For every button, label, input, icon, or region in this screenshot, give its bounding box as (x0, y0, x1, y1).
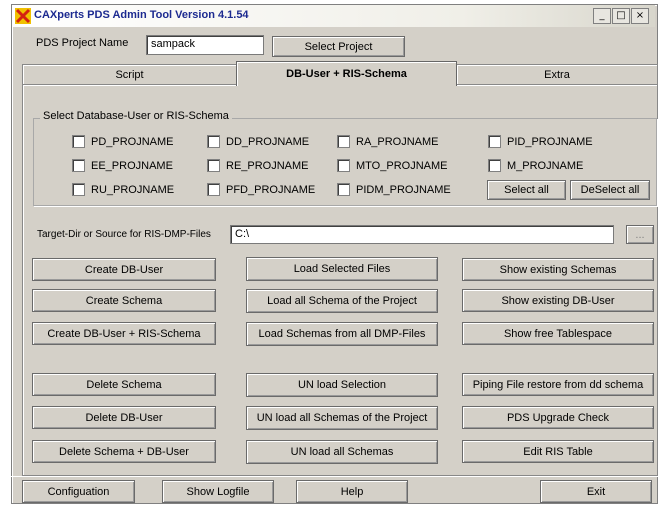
browse-button[interactable]: ... (626, 225, 654, 244)
checkbox-label: M_PROJNAME (507, 159, 584, 172)
checkbox-label: EE_PROJNAME (91, 159, 173, 172)
checkbox-box[interactable] (488, 135, 501, 148)
unload-all-schemas-button[interactable]: UN load all Schemas (246, 440, 438, 464)
create-db-user-button[interactable]: Create DB-User (32, 258, 216, 281)
checkbox-box[interactable] (337, 183, 350, 196)
deselect-all-button[interactable]: DeSelect all (570, 180, 650, 200)
edit-ris-table-button[interactable]: Edit RIS Table (462, 440, 654, 463)
checkbox-label: PIDM_PROJNAME (356, 183, 451, 196)
target-dir-label: Target-Dir or Source for RIS-DMP-Files (37, 229, 211, 240)
checkbox-box[interactable] (337, 135, 350, 148)
help-button[interactable]: Help (296, 480, 408, 503)
checkbox-label: RU_PROJNAME (91, 183, 175, 196)
project-name-input[interactable]: sampack (146, 35, 264, 55)
window-controls: _ □ × (593, 8, 649, 24)
unload-selection-button[interactable]: UN load Selection (246, 373, 438, 397)
checkbox-dd-projname[interactable]: DD_PROJNAME (207, 135, 309, 148)
delete-db-user-button[interactable]: Delete DB-User (32, 406, 216, 429)
checkbox-re-projname[interactable]: RE_PROJNAME (207, 159, 309, 172)
target-dir-input[interactable]: C:\ (230, 225, 614, 244)
checkbox-box[interactable] (72, 135, 85, 148)
checkbox-ra-projname[interactable]: RA_PROJNAME (337, 135, 439, 148)
load-schemas-dmp-button[interactable]: Load Schemas from all DMP-Files (246, 322, 438, 346)
checkbox-label: MTO_PROJNAME (356, 159, 448, 172)
checkbox-box[interactable] (207, 183, 220, 196)
piping-file-restore-button[interactable]: Piping File restore from dd schema (462, 373, 654, 396)
project-name-label: PDS Project Name (36, 37, 129, 49)
minimize-icon[interactable]: _ (593, 8, 611, 24)
delete-schema-button[interactable]: Delete Schema (32, 373, 216, 396)
panel-divider (11, 476, 658, 477)
checkbox-label: PFD_PROJNAME (226, 183, 316, 196)
delete-schema-db-user-button[interactable]: Delete Schema + DB-User (32, 440, 216, 463)
checkbox-box[interactable] (72, 159, 85, 172)
checkbox-label: PD_PROJNAME (91, 135, 174, 148)
load-selected-files-button[interactable]: Load Selected Files (246, 257, 438, 281)
show-existing-schemas-button[interactable]: Show existing Schemas (462, 258, 654, 281)
checkbox-box[interactable] (207, 135, 220, 148)
select-project-button[interactable]: Select Project (272, 36, 405, 57)
checkbox-box[interactable] (207, 159, 220, 172)
select-all-button[interactable]: Select all (487, 180, 566, 200)
checkbox-pid-projname[interactable]: PID_PROJNAME (488, 135, 593, 148)
caxperts-logo-icon (15, 8, 31, 24)
checkbox-pidm-projname[interactable]: PIDM_PROJNAME (337, 183, 451, 196)
close-icon[interactable]: × (631, 8, 649, 24)
checkbox-mto-projname[interactable]: MTO_PROJNAME (337, 159, 447, 172)
checkbox-box[interactable] (488, 159, 501, 172)
tab-script[interactable]: Script (22, 64, 237, 84)
checkbox-pfd-projname[interactable]: PFD_PROJNAME (207, 183, 315, 196)
tab-db-user-ris-schema[interactable]: DB-User + RIS-Schema (236, 61, 457, 86)
show-logfile-button[interactable]: Show Logfile (162, 480, 274, 503)
checkbox-label: DD_PROJNAME (226, 135, 310, 148)
checkbox-label: RE_PROJNAME (226, 159, 309, 172)
unload-all-project-button[interactable]: UN load all Schemas of the Project (246, 406, 438, 430)
pds-upgrade-check-button[interactable]: PDS Upgrade Check (462, 406, 654, 429)
title-bar: CAXperts PDS Admin Tool Version 4.1.54 _… (12, 5, 655, 27)
window-title: CAXperts PDS Admin Tool Version 4.1.54 (34, 9, 249, 21)
tab-extra[interactable]: Extra (456, 64, 658, 84)
show-free-tablespace-button[interactable]: Show free Tablespace (462, 322, 654, 345)
checkbox-ee-projname[interactable]: EE_PROJNAME (72, 159, 173, 172)
load-all-schema-project-button[interactable]: Load all Schema of the Project (246, 289, 438, 313)
create-schema-button[interactable]: Create Schema (32, 289, 216, 312)
checkbox-ru-projname[interactable]: RU_PROJNAME (72, 183, 174, 196)
configuration-button[interactable]: Configuation (22, 480, 135, 503)
checkbox-m-projname[interactable]: M_PROJNAME (488, 159, 583, 172)
checkbox-box[interactable] (72, 183, 85, 196)
checkbox-pd-projname[interactable]: PD_PROJNAME (72, 135, 174, 148)
schema-group-title: Select Database-User or RIS-Schema (40, 110, 232, 122)
checkbox-label: PID_PROJNAME (507, 135, 593, 148)
create-db-user-ris-schema-button[interactable]: Create DB-User + RIS-Schema (32, 322, 216, 345)
checkbox-label: RA_PROJNAME (356, 135, 439, 148)
show-existing-db-user-button[interactable]: Show existing DB-User (462, 289, 654, 312)
exit-button[interactable]: Exit (540, 480, 652, 503)
checkbox-box[interactable] (337, 159, 350, 172)
maximize-icon[interactable]: □ (612, 8, 630, 24)
